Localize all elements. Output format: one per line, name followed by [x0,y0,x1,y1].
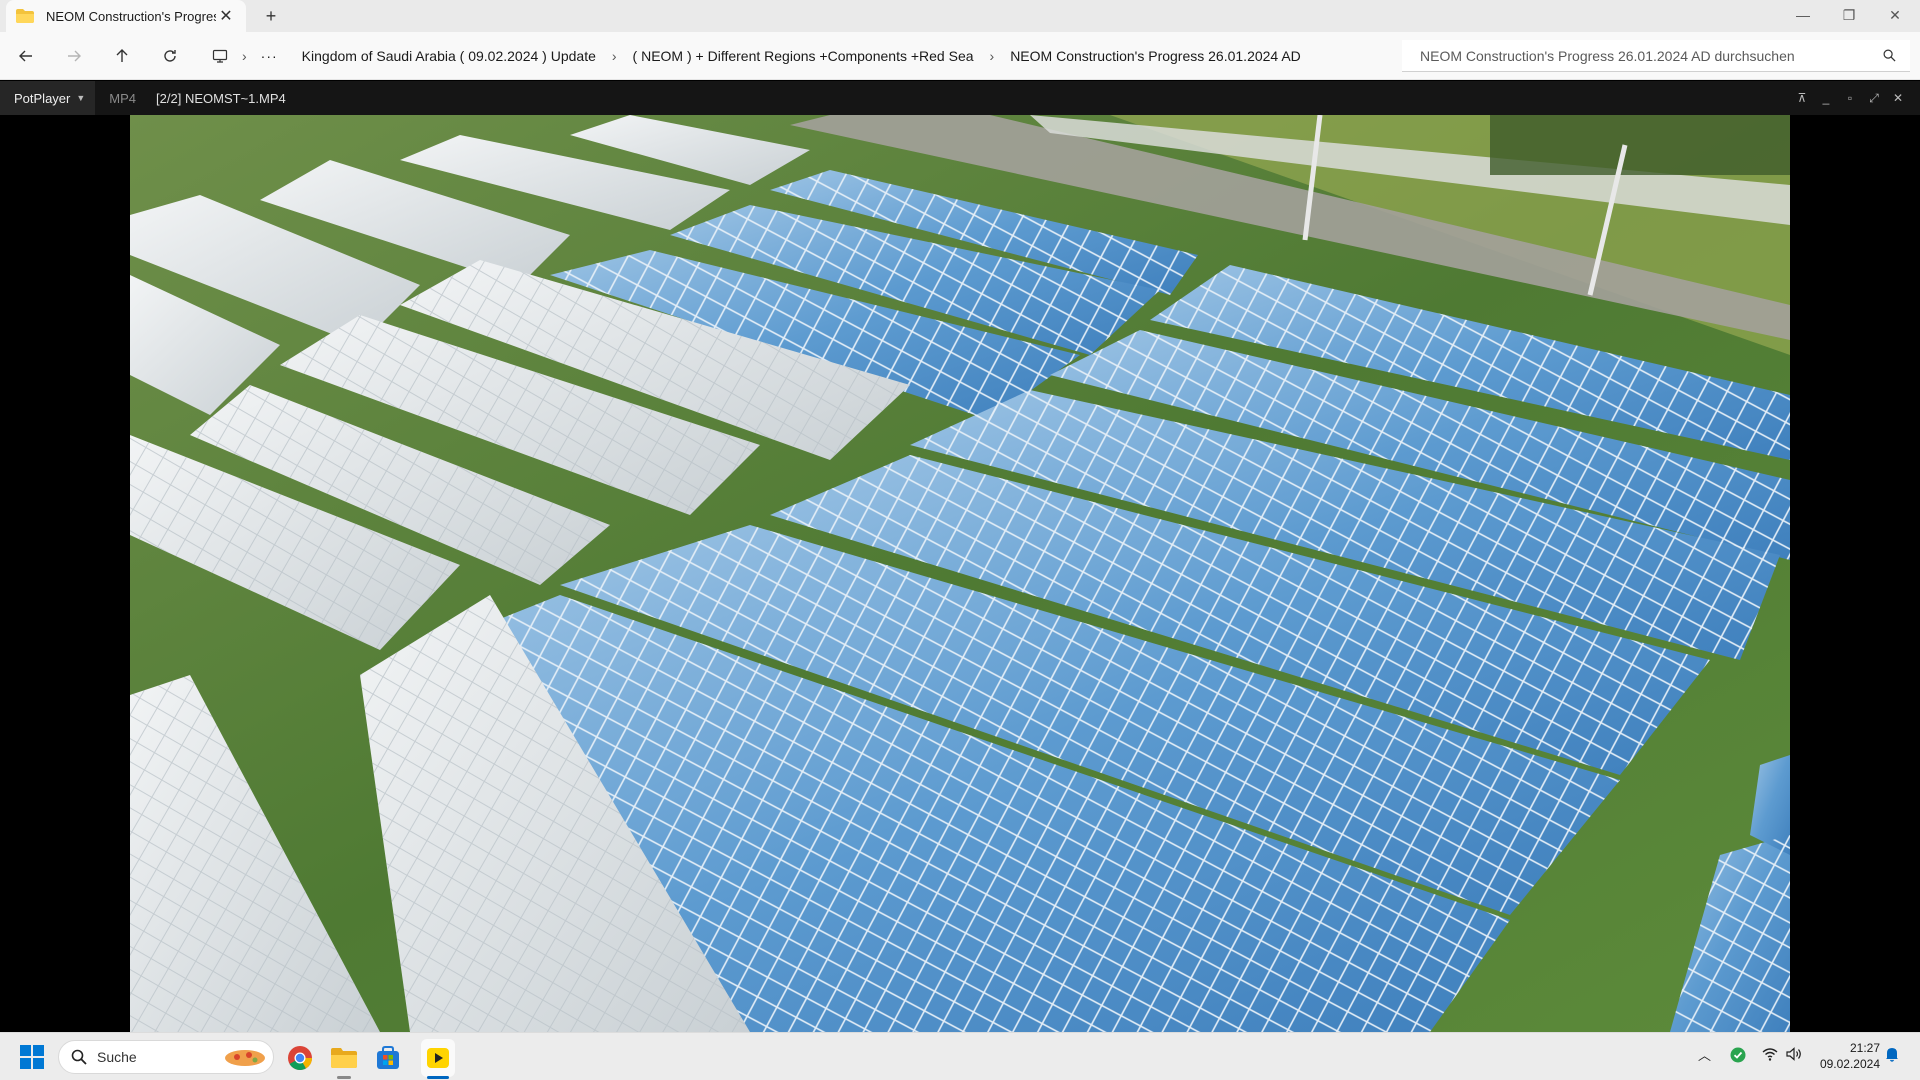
player-minimize-icon[interactable]: _ [1814,81,1838,115]
taskbar: Suche ︿ 21:27 09.02.2024 [0,1032,1920,1080]
clock-time: 21:27 [1849,1041,1880,1055]
restore-icon[interactable]: ❐ [1826,0,1872,32]
file-format: MP4 [109,90,137,106]
breadcrumb-item-2[interactable]: ( NEOM ) + Different Regions +Components… [631,48,976,64]
refresh-button[interactable] [154,40,186,72]
player-close-icon[interactable]: ✕ [1886,81,1910,115]
chevron-right-icon[interactable]: › [612,48,617,64]
system-clock[interactable]: 21:27 09.02.2024 [1810,1040,1880,1072]
chevron-down-icon: ▼ [76,93,86,103]
monitor-icon[interactable] [212,48,228,64]
tab-explorer[interactable]: NEOM Construction's Progress ✕ [6,0,246,32]
solar-farm-scene [130,115,1790,1032]
windows-start-icon[interactable] [20,1045,44,1069]
file-explorer-icon[interactable] [327,1041,361,1075]
chrome-icon[interactable] [283,1041,317,1075]
security-icon[interactable] [1730,1047,1746,1066]
search-placeholder: NEOM Construction's Progress 26.01.2024 … [1420,47,1795,64]
tab-title: NEOM Construction's Progress [46,8,216,24]
arrow-up-icon [116,49,128,62]
explorer-tab-bar: NEOM Construction's Progress ✕ + — ❐ ✕ [0,0,1920,32]
search-highlight-icon [223,1046,267,1068]
folder-icon [16,9,34,23]
explorer-nav-bar: › ··· Kingdom of Saudi Arabia ( 09.02.20… [0,32,1920,80]
potplayer-menu-button[interactable]: PotPlayer ▼ [0,81,96,115]
video-frame[interactable] [130,115,1790,1032]
up-button[interactable] [106,40,138,72]
chevron-right-icon[interactable]: › [990,48,995,64]
volume-icon[interactable] [1786,1047,1802,1064]
arrow-right-icon [68,50,81,62]
more-icon[interactable]: ··· [261,48,278,64]
address-bar[interactable]: › ··· Kingdom of Saudi Arabia ( 09.02.20… [208,40,1402,72]
potplayer-icon[interactable] [421,1041,455,1075]
wifi-icon[interactable] [1762,1047,1778,1064]
back-button[interactable] [10,40,42,72]
search-icon [1883,49,1896,62]
player-brand: PotPlayer [14,90,71,106]
file-name: [2/2] NEOMST~1.MP4 [156,90,286,106]
chevron-right-icon[interactable]: › [242,48,247,64]
tab-close-icon[interactable]: ✕ [216,6,236,26]
minimize-icon[interactable]: — [1780,0,1826,32]
pin-icon[interactable]: ⊼ [1790,81,1814,115]
player-title-bar: PotPlayer ▼ MP4 [2/2] NEOMST~1.MP4 ⊼ _ ▫… [0,81,1920,115]
refresh-icon [164,50,176,62]
breadcrumb-item-3[interactable]: NEOM Construction's Progress 26.01.2024 … [1008,48,1303,64]
forward-button[interactable] [58,40,90,72]
clock-date: 09.02.2024 [1819,1057,1880,1071]
active-indicator [427,1076,449,1079]
taskbar-search[interactable]: Suche [58,1040,274,1074]
potplayer-window: PotPlayer ▼ MP4 [2/2] NEOMST~1.MP4 ⊼ _ ▫… [0,81,1920,1032]
search-label: Suche [97,1049,137,1065]
new-tab-button[interactable]: + [258,4,284,28]
running-indicator [337,1076,351,1079]
chevron-up-icon[interactable]: ︿ [1698,1045,1711,1064]
search-icon [71,1049,87,1065]
arrow-left-icon [19,50,32,62]
close-icon[interactable]: ✕ [1872,0,1918,32]
fullscreen-icon[interactable]: ⤢ [1862,81,1886,115]
player-maximize-icon[interactable]: ▫ [1838,81,1862,115]
notification-bell-icon[interactable] [1885,1046,1899,1065]
breadcrumb-item-1[interactable]: Kingdom of Saudi Arabia ( 09.02.2024 ) U… [300,48,598,64]
search-input[interactable]: NEOM Construction's Progress 26.01.2024 … [1402,40,1910,72]
microsoft-store-icon[interactable] [371,1041,405,1075]
